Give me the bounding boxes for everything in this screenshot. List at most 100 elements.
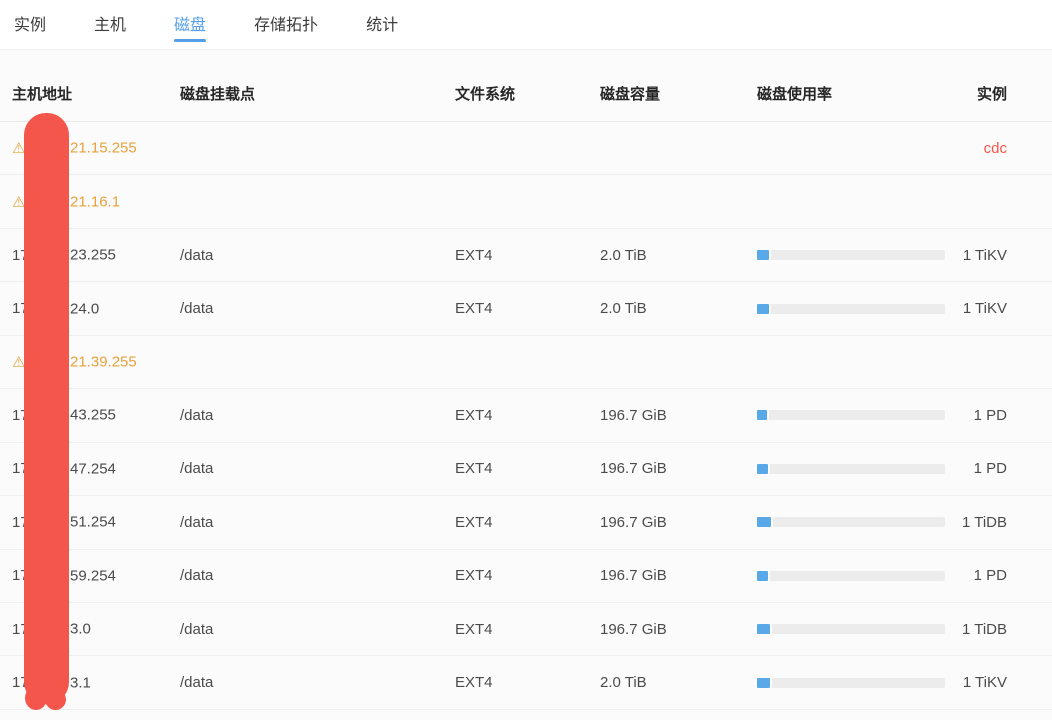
tab-label: 主机 [94,17,127,34]
usage-cell [757,303,957,314]
host-address: 59.254 [70,567,116,585]
table-header-row: 主机地址 磁盘挂载点 文件系统 磁盘容量 磁盘使用率 实例 [0,50,1052,122]
tab-label: 存储拓扑 [254,17,319,34]
active-tab-ink-bar [174,39,207,42]
usage-bar-fill [757,624,771,635]
capacity: 2.0 TiB [600,300,647,318]
mount-point: /data [180,460,214,478]
table-row: 17 51.254 /data EXT4 196.7 GiB 1 TiDB [0,496,1052,550]
mount-point: /data [180,674,214,692]
usage-cell [757,624,957,635]
table-row: 17 59.254 /data EXT4 196.7 GiB 1 PD [0,550,1052,603]
tab-label: 实例 [14,17,47,34]
filesystem: EXT4 [455,406,493,424]
tab-bar: 实例 主机 磁盘 存储拓扑 统计 [0,0,1052,50]
capacity: 196.7 GiB [600,513,667,531]
host-address: 21.39.255 [70,353,137,371]
disk-overview-page: 实例 主机 磁盘 存储拓扑 统计 主机地址 磁盘挂载点 文件系统 磁盘容量 磁盘… [0,0,1052,720]
instance-label: 1 PD [973,460,1007,478]
mount-point: /data [180,246,214,264]
capacity: 196.7 GiB [600,460,667,478]
host-address: 47.254 [70,460,116,478]
host-address: 3.0 [70,620,91,638]
col-header-instance: 实例 [976,86,1007,103]
usage-cell [757,570,957,581]
table-row: 17 3.1 /data EXT4 2.0 TiB 1 TiKV [0,656,1052,710]
usage-bar [757,624,945,635]
tab-statistics[interactable]: 统计 [366,0,398,50]
redaction-stroke [24,113,69,704]
usage-bar [757,463,945,474]
capacity: 196.7 GiB [600,620,667,638]
instance-label: 1 PD [973,567,1007,585]
usage-cell [757,463,957,474]
usage-bar [757,517,945,528]
usage-cell [757,677,957,688]
col-header-capacity: 磁盘容量 [600,86,661,103]
table-body: ⚠ 21.15.255 cdc ⚠ 21.16.1 17 23.255 /dat… [0,122,1052,710]
mount-point: /data [180,406,214,424]
disk-table: 主机地址 磁盘挂载点 文件系统 磁盘容量 磁盘使用率 实例 ⚠ 21.15.25… [0,50,1052,720]
redaction-stroke-end [45,689,66,710]
usage-bar-fill [757,250,770,261]
tab-instances[interactable]: 实例 [14,0,46,50]
instance-label: 1 TiKV [962,300,1007,318]
filesystem: EXT4 [455,300,493,318]
usage-cell [757,517,957,528]
filesystem: EXT4 [455,674,493,692]
instance-label: 1 TiKV [962,246,1007,264]
usage-bar-fill [757,517,772,528]
col-header-fs: 文件系统 [455,86,516,103]
usage-cell [757,410,957,421]
host-address: 24.0 [70,300,100,318]
table-row: 17 24.0 /data EXT4 2.0 TiB 1 TiKV [0,282,1052,336]
usage-bar-fill [757,463,769,474]
mount-point: /data [180,620,214,638]
col-header-mount: 磁盘挂载点 [180,86,256,103]
host-address: 51.254 [70,513,116,531]
redaction-stroke-end [25,686,47,710]
table-row: ⚠ 21.16.1 [0,175,1052,229]
col-header-usage: 磁盘使用率 [757,86,833,103]
col-header-host: 主机地址 [12,86,73,103]
usage-bar [757,303,945,314]
table-row: ⚠ 21.39.255 [0,336,1052,390]
host-address: 43.255 [70,406,116,424]
mount-point: /data [180,567,214,585]
mount-point: /data [180,300,214,318]
instance-label: 1 TiDB [961,620,1007,638]
host-address: 3.1 [70,674,91,692]
tab-label: 统计 [366,17,399,34]
usage-bar [757,677,945,688]
filesystem: EXT4 [455,567,493,585]
usage-bar-fill [757,677,771,688]
table-row: ⚠ 21.15.255 cdc [0,122,1052,176]
usage-bar [757,570,945,581]
instance-label: 1 TiDB [961,513,1007,531]
usage-bar [757,410,945,421]
usage-bar-fill [757,410,768,421]
host-address: 23.255 [70,246,116,264]
table-row: 17 47.254 /data EXT4 196.7 GiB 1 PD [0,443,1052,497]
instance-label: 1 PD [973,406,1007,424]
tab-disks[interactable]: 磁盘 [174,0,207,50]
filesystem: EXT4 [455,460,493,478]
tab-storage-topology[interactable]: 存储拓扑 [254,0,318,50]
filesystem: EXT4 [455,513,493,531]
usage-bar-fill [757,303,770,314]
instance-label: cdc [983,139,1007,157]
table-row: 17 23.255 /data EXT4 2.0 TiB 1 TiKV [0,229,1052,283]
host-address: 21.15.255 [70,139,137,157]
mount-point: /data [180,513,214,531]
tab-label: 磁盘 [174,17,207,34]
capacity: 196.7 GiB [600,406,667,424]
filesystem: EXT4 [455,620,493,638]
table-row: 17 43.255 /data EXT4 196.7 GiB 1 PD [0,389,1052,443]
table-row: 17 3.0 /data EXT4 196.7 GiB 1 TiDB [0,603,1052,657]
tab-hosts[interactable]: 主机 [94,0,126,50]
instance-label: 1 TiKV [962,674,1007,692]
capacity: 2.0 TiB [600,674,647,692]
filesystem: EXT4 [455,246,493,264]
capacity: 196.7 GiB [600,567,667,585]
usage-bar [757,250,945,261]
